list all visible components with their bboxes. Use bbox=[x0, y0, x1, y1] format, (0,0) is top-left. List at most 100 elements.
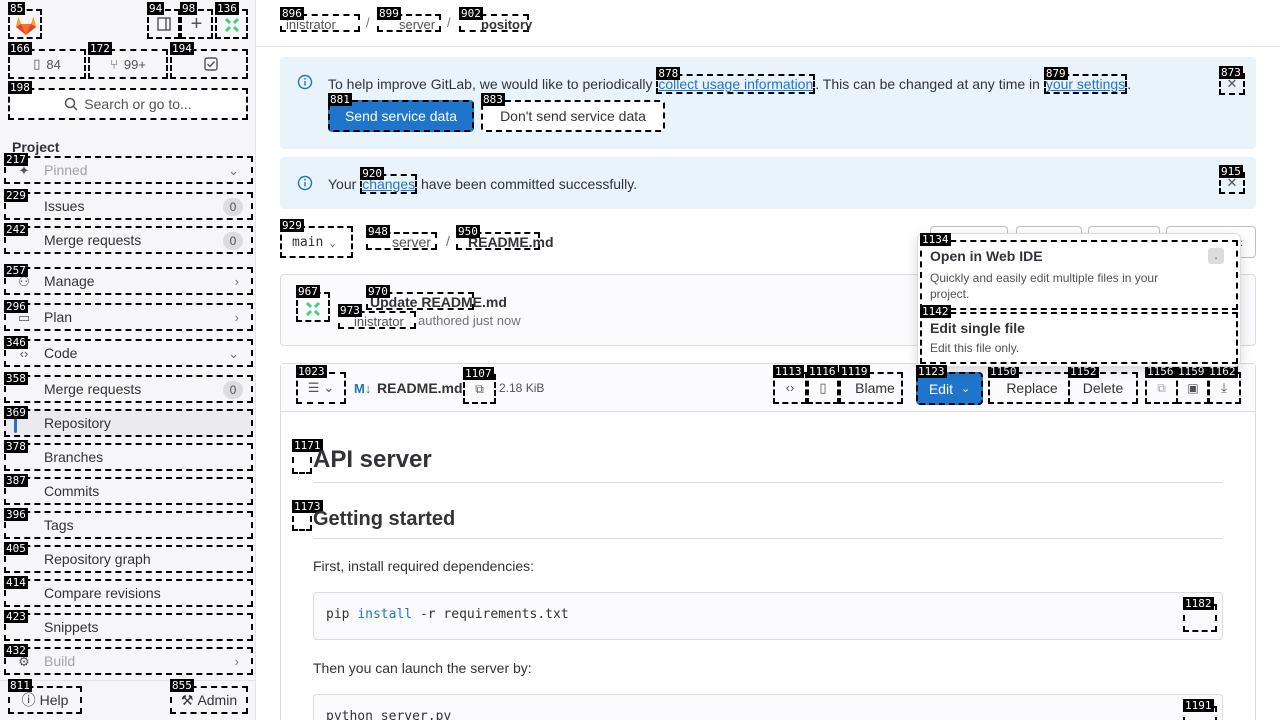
sidebar-item-plan[interactable]: 296 ▭ Plan › bbox=[4, 300, 253, 331]
question-icon: ⓘ bbox=[21, 692, 36, 708]
todo-checkbox-icon bbox=[204, 57, 218, 71]
main-content: inistrator / server / pository To help i… bbox=[256, 0, 1280, 720]
todo-button[interactable] bbox=[170, 42, 248, 79]
raw-file-icon: ▣ bbox=[1187, 381, 1199, 395]
dont-send-service-data-button[interactable]: 883 Don't send service data bbox=[481, 93, 665, 132]
file-name: README.md bbox=[377, 380, 463, 396]
pinned-section[interactable]: 217 ✦ Pinned ⌄ bbox=[4, 153, 253, 184]
markdown-icon: M↓ bbox=[354, 381, 372, 396]
admin-button[interactable]: ⚒Admin bbox=[170, 679, 248, 714]
readme-heading-2: Getting started bbox=[313, 508, 456, 530]
merge-requests-button[interactable]: ⑂99+ bbox=[88, 42, 168, 79]
changes-link[interactable]: 920 changes bbox=[360, 167, 418, 194]
sidebar-icon bbox=[157, 17, 171, 31]
usage-data-alert: To help improve GitLab, we would like to… bbox=[280, 57, 1256, 149]
readme-paragraph-1: First, install required dependencies: bbox=[313, 558, 535, 574]
copy-file-path-button[interactable]: ⧉ bbox=[463, 367, 496, 404]
issues-icon: ▯ bbox=[33, 56, 41, 71]
info-icon bbox=[297, 175, 313, 191]
search-icon bbox=[65, 97, 78, 111]
download-button[interactable]: ⤓ bbox=[1207, 365, 1241, 404]
sidebar-toggle-button[interactable] bbox=[147, 2, 180, 39]
avatar-icon bbox=[305, 301, 321, 317]
commit-success-alert: Your 920 changes have been committed succ… bbox=[280, 157, 1256, 209]
edit-single-file-item[interactable]: Edit single file Edit this file only. bbox=[920, 305, 1238, 364]
commit-success-text: Your 920 changes have been committed succ… bbox=[328, 167, 638, 194]
copy-contents-button[interactable]: ⧉ bbox=[1145, 365, 1178, 404]
sidebar-item-build[interactable]: 432 ⚙ Build › bbox=[4, 644, 253, 675]
path-readme[interactable]: README.md bbox=[456, 225, 554, 250]
h1-anchor-link[interactable] bbox=[292, 439, 323, 474]
chevron-right-icon: › bbox=[234, 310, 239, 325]
list-icon: ☰ bbox=[307, 380, 320, 395]
heading-2-rule bbox=[313, 538, 1223, 539]
dismiss-success-button[interactable]: ✕ bbox=[1219, 165, 1245, 194]
header-divider bbox=[256, 46, 1280, 47]
mr-count-badge: 0 bbox=[223, 232, 243, 250]
sidebar-item-commits[interactable]: 387 Commits bbox=[4, 474, 253, 505]
chevron-down-icon: ⌄ bbox=[960, 383, 971, 395]
collect-usage-link[interactable]: 878 collect usage information bbox=[656, 67, 816, 94]
send-service-data-button[interactable]: 881 Send service data bbox=[328, 93, 474, 132]
open-in-web-ide-item[interactable]: Open in Web IDE . Quickly and easily edi… bbox=[920, 233, 1238, 310]
chevron-right-icon: › bbox=[234, 274, 239, 289]
sidebar-item-manage[interactable]: 257 ⚇ Manage › bbox=[4, 264, 253, 295]
sidebar-item-merge-requests[interactable]: 358 Merge requests 0 bbox=[4, 372, 253, 403]
chevron-right-icon: › bbox=[234, 654, 239, 669]
info-icon bbox=[297, 74, 313, 90]
commit-author-avatar[interactable] bbox=[296, 285, 330, 322]
sidebar-item-code[interactable]: 346 ‹› Code ⌄ bbox=[4, 336, 253, 367]
open-raw-button[interactable]: ▣ bbox=[1176, 365, 1210, 404]
dismiss-alert-button[interactable]: ✕ bbox=[1219, 66, 1245, 95]
commit-meta: authored just now bbox=[418, 313, 521, 328]
path-server-link[interactable]: server bbox=[366, 225, 437, 250]
create-new-button[interactable]: + bbox=[180, 2, 213, 39]
readme-paragraph-2: Then you can launch the server by: bbox=[313, 660, 532, 676]
h2-anchor-link[interactable] bbox=[292, 500, 323, 531]
display-rendered-button[interactable]: ▯ bbox=[807, 365, 839, 404]
delete-button[interactable]: Delete bbox=[1068, 365, 1138, 404]
avatar-icon bbox=[224, 17, 240, 33]
close-icon: ✕ bbox=[1226, 175, 1238, 190]
download-icon: ⤓ bbox=[1221, 380, 1227, 395]
commit-author-link[interactable]: inistrator bbox=[338, 304, 416, 329]
copy-code-button-2[interactable] bbox=[1183, 699, 1217, 720]
document-icon: ▯ bbox=[819, 380, 827, 395]
replace-button[interactable]: Replace bbox=[988, 365, 1070, 404]
breadcrumb-server[interactable]: server bbox=[377, 7, 441, 32]
sidebar-item-issues[interactable]: 229 Issues 0 bbox=[4, 189, 253, 220]
sidebar-item-compare-revisions[interactable]: 414 Compare revisions bbox=[4, 576, 253, 607]
copy-code-button-1[interactable] bbox=[1183, 597, 1217, 632]
breadcrumb-separator: / bbox=[366, 15, 370, 30]
sidebar-item-repository[interactable]: 369 Repository bbox=[4, 406, 253, 437]
your-settings-link[interactable]: 879 your settings bbox=[1043, 67, 1128, 94]
file-size: 2.18 KiB bbox=[499, 381, 545, 395]
sidebar-item-merge-requests-pinned[interactable]: 242 Merge requests 0 bbox=[4, 223, 253, 254]
branch-selector[interactable]: main⌄ bbox=[280, 219, 353, 258]
usage-data-text: To help improve GitLab, we would like to… bbox=[328, 67, 1132, 94]
sidebar-item-repository-graph[interactable]: 405 Repository graph bbox=[4, 542, 253, 573]
help-button[interactable]: ⓘHelp bbox=[8, 679, 82, 714]
sidebar-item-branches[interactable]: 378 Branches bbox=[4, 440, 253, 471]
user-avatar-button[interactable] bbox=[215, 2, 248, 39]
gitlab-logo-icon bbox=[16, 17, 36, 35]
blame-button[interactable]: Blame bbox=[839, 365, 903, 404]
wrench-icon: ⚒ bbox=[180, 691, 194, 708]
code-block-1: pip install -r requirements.txt bbox=[313, 592, 1223, 640]
gitlab-logo[interactable] bbox=[8, 2, 42, 39]
sidebar-item-snippets[interactable]: 423 Snippets bbox=[4, 610, 253, 641]
chevron-down-icon: ⌄ bbox=[228, 163, 239, 178]
assigned-issues-button[interactable]: ▯84 bbox=[8, 42, 86, 79]
sidebar-item-tags[interactable]: 396 Tags bbox=[4, 508, 253, 539]
commit-title-link[interactable]: Update README.md bbox=[366, 285, 507, 310]
breadcrumb-admin[interactable]: inistrator bbox=[280, 7, 360, 32]
issues-count-badge: 0 bbox=[223, 198, 243, 216]
close-icon: ✕ bbox=[1226, 76, 1238, 91]
file-outline-button[interactable]: ☰⌄ bbox=[296, 365, 346, 404]
display-source-button[interactable]: ‹› bbox=[773, 365, 807, 404]
search-button[interactable]: Search or go to... bbox=[8, 81, 248, 120]
code-block-2: python server.py bbox=[313, 694, 1223, 720]
chevron-down-icon: ⌄ bbox=[329, 235, 336, 249]
breadcrumb-repository[interactable]: pository bbox=[459, 7, 532, 32]
edit-dropdown-button[interactable]: 1123 Edit ⌄ bbox=[916, 365, 983, 405]
